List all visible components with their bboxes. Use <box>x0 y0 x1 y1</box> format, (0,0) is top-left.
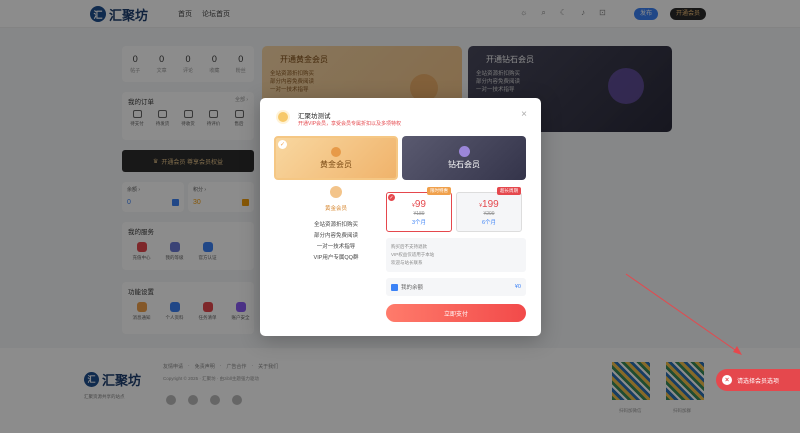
vip-features: 黄金会员 全站资源折扣购买 部分内容免费阅读 一对一技术指导 VIP用户专属QQ… <box>274 186 398 264</box>
check-icon: ✓ <box>278 140 287 149</box>
balance-amount: ¥0 <box>514 284 521 290</box>
user-vip-desc: 开通VIP会员，享受会员专属折扣以及多项特权 <box>298 121 402 127</box>
plan-old-price: ¥299 <box>483 211 495 217</box>
toast-text: 请选择会员选项 <box>737 378 780 385</box>
balance-payment-option[interactable]: 我的余额 ¥0 <box>386 278 526 296</box>
check-icon: ✓ <box>388 194 395 201</box>
user-name: 汇聚坊测试 <box>298 113 331 120</box>
pay-now-button[interactable]: 立即支付 <box>386 304 526 322</box>
plan-tag: 限时特惠 <box>427 187 451 195</box>
crown-icon <box>330 186 342 198</box>
plan-duration: 3个月 <box>411 220 427 226</box>
vip-purchase-modal: 汇聚坊测试 开通VIP会员，享受会员专属折扣以及多项特权 × ✓ 黄金会员 钻石… <box>260 98 541 336</box>
feature-item: VIP用户专属QQ群 <box>313 255 359 261</box>
balance-label: 我的余额 <box>401 285 424 291</box>
plan-price: 99 <box>414 199 426 210</box>
plan-option-6-months[interactable]: 超长周期 ¥199 ¥299 6个月 <box>456 187 522 232</box>
diamond-icon <box>458 146 470 157</box>
close-icon[interactable]: × <box>521 109 527 120</box>
vip-level-name: 黄金会员 <box>324 206 347 212</box>
feature-item: 部分内容免费阅读 <box>313 233 358 239</box>
plan-duration: 6个月 <box>481 220 497 226</box>
plan-price: 199 <box>482 199 499 210</box>
avatar <box>276 110 290 124</box>
close-circle-icon: × <box>722 375 732 385</box>
tab-diamond-vip[interactable]: 钻石会员 <box>402 136 526 180</box>
tab-gold-vip[interactable]: ✓ 黄金会员 <box>274 136 398 180</box>
purchase-notes: 购买后不支持退款 VIP权益仅适用于本站 欢迎与站长联系 <box>386 238 526 272</box>
crown-icon <box>331 146 341 157</box>
error-toast: × 请选择会员选项 <box>716 369 800 391</box>
plan-tag: 超长周期 <box>497 187 521 195</box>
plan-old-price: ¥189 <box>413 211 425 217</box>
feature-item: 全站资源折扣购买 <box>313 222 358 228</box>
wallet-icon <box>391 283 398 291</box>
plan-option-3-months[interactable]: ✓ 限时特惠 ¥99 ¥189 3个月 <box>386 187 452 232</box>
feature-item: 一对一技术指导 <box>316 244 356 250</box>
